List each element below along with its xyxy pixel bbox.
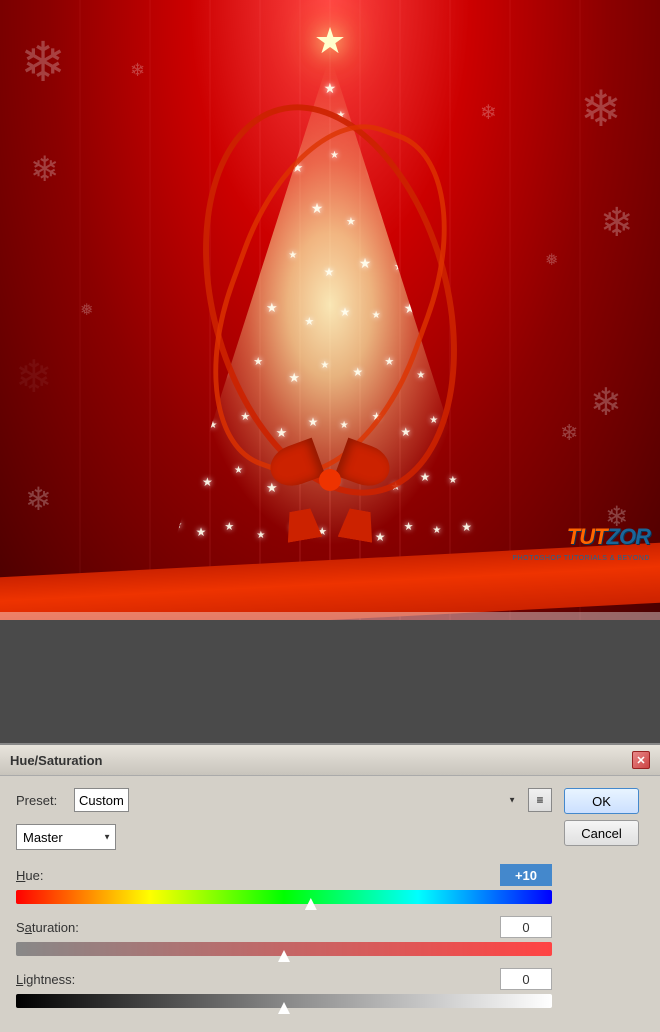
tree-star: ★: [314, 20, 346, 62]
image-preview: ❄ ❄ ❄ ❄ ❄ ❄ ❄ ❄ ❄ ❄ ❄ ❅ ❅ ★ ★ ★ ★ ★ ★ ★ …: [0, 0, 660, 620]
saturation-thumb[interactable]: [278, 950, 290, 962]
dialog-title: Hue/Saturation: [10, 753, 102, 768]
snowflake: ❄: [15, 350, 53, 403]
preset-select[interactable]: Custom: [74, 788, 129, 812]
hue-saturation-dialog: Hue/Saturation ✕ Preset: Custom ≡ Mast: [0, 743, 660, 1032]
hue-label: Hue:: [16, 868, 43, 883]
snowflake: ❄: [590, 380, 622, 425]
snowflake: ❅: [80, 300, 93, 320]
preset-icon-button[interactable]: ≡: [528, 788, 552, 812]
dialog-titlebar: Hue/Saturation ✕: [0, 745, 660, 776]
saturation-value-display[interactable]: 0: [500, 916, 552, 938]
saturation-label-row: Saturation: 0: [16, 916, 552, 938]
snowflake: ❅: [545, 250, 558, 270]
snowflake: ❄: [30, 150, 59, 190]
watermark-brand: TUTZOR: [567, 524, 650, 550]
lightness-value-display[interactable]: 0: [500, 968, 552, 990]
ok-button[interactable]: OK: [564, 788, 639, 814]
channel-row: Master: [16, 824, 552, 850]
dialog-body: Preset: Custom ≡ Master H: [0, 776, 660, 1032]
preset-select-wrapper: Custom: [74, 788, 520, 812]
dialog-buttons: OK Cancel: [564, 788, 644, 1020]
dialog-controls: Preset: Custom ≡ Master H: [16, 788, 552, 1020]
cancel-button[interactable]: Cancel: [564, 820, 639, 846]
snowflake: ❄: [560, 420, 578, 446]
lightness-label: Lightness:: [16, 972, 75, 987]
hue-track[interactable]: [16, 890, 552, 904]
snowflake: ❄: [580, 80, 622, 138]
hue-value-display[interactable]: +10: [500, 864, 552, 886]
dialog-close-button[interactable]: ✕: [632, 751, 650, 769]
saturation-label: Saturation:: [16, 920, 79, 935]
lightness-label-row: Lightness: 0: [16, 968, 552, 990]
lightness-slider-group: Lightness: 0: [16, 968, 552, 1008]
hue-label-row: Hue: +10: [16, 864, 552, 886]
hue-thumb[interactable]: [305, 898, 317, 910]
lightness-thumb[interactable]: [278, 1002, 290, 1014]
channel-select-wrapper: Master: [16, 824, 116, 850]
snowflake: ❄: [25, 480, 52, 518]
snowflake: ❄: [600, 200, 634, 246]
channel-select[interactable]: Master: [16, 824, 116, 850]
preset-label: Preset:: [16, 793, 66, 808]
hue-slider-group: Hue: +10: [16, 864, 552, 904]
saturation-slider-group: Saturation: 0: [16, 916, 552, 956]
lightness-track[interactable]: [16, 994, 552, 1008]
watermark-sub: PHOTOSHOP TUTORIALS & BEYOND: [512, 555, 650, 562]
christmas-tree: ★ ★ ★ ★ ★ ★ ★ ★ ★ ★ ★ ★ ★ ★ ★ ★ ★ ★: [130, 20, 530, 580]
snowflake: ❄: [20, 30, 66, 94]
saturation-track[interactable]: [16, 942, 552, 956]
preset-row: Preset: Custom ≡: [16, 788, 552, 812]
